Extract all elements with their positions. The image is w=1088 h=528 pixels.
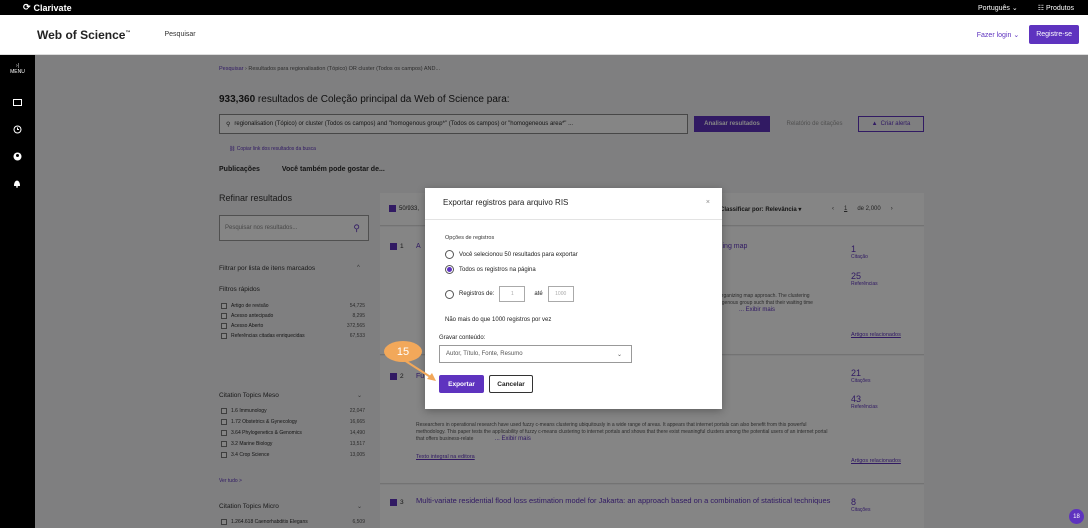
radio-button[interactable] bbox=[445, 250, 454, 259]
folder-icon[interactable] bbox=[11, 96, 23, 108]
option-selected-results[interactable]: Você selecionou 50 resultados para expor… bbox=[445, 250, 578, 259]
language-menu[interactable]: Português ⌄ bbox=[978, 4, 1018, 12]
help-chat-bubble[interactable]: 18 bbox=[1069, 509, 1084, 524]
register-button[interactable]: Registre-se bbox=[1029, 25, 1079, 44]
clarivate-logo[interactable]: ⟳ Clarivate bbox=[23, 2, 72, 13]
bell-icon[interactable] bbox=[11, 177, 23, 189]
option-label: Você selecionou 50 resultados para expor… bbox=[459, 251, 578, 258]
close-icon[interactable]: × bbox=[706, 199, 710, 206]
record-content-value: Autor, Título, Fonte, Resumo bbox=[446, 351, 523, 357]
products-menu[interactable]: ☷ Produtos bbox=[1038, 4, 1074, 12]
product-name: Web of Science bbox=[37, 27, 126, 42]
brand-label: Clarivate bbox=[33, 2, 72, 13]
user-icon[interactable] bbox=[11, 150, 23, 162]
export-ris-dialog: Exportar registros para arquivo RIS × Op… bbox=[425, 188, 722, 409]
trademark: ™ bbox=[125, 29, 131, 36]
product-logo[interactable]: Web of Science™ bbox=[37, 28, 130, 42]
divider bbox=[425, 219, 722, 220]
radio-button-selected[interactable] bbox=[445, 265, 454, 274]
record-limit-note: Não mais do que 1000 registros por vez bbox=[445, 317, 552, 323]
export-button[interactable]: Exportar bbox=[439, 375, 484, 393]
option-all-on-page[interactable]: Todos os registros na página bbox=[445, 265, 536, 274]
record-content-label: Gravar conteúdo: bbox=[439, 335, 486, 341]
top-bar: ⟳ Clarivate Português ⌄ ☷ Produtos bbox=[0, 0, 1088, 15]
range-to-input[interactable]: 1000 bbox=[547, 286, 574, 302]
clarivate-logo-icon: ⟳ bbox=[23, 2, 31, 12]
left-sidebar: ›| MENU bbox=[0, 55, 35, 528]
chevron-down-icon: ⌄ bbox=[616, 351, 622, 358]
range-to-label: até bbox=[534, 291, 543, 297]
cancel-button[interactable]: Cancelar bbox=[489, 375, 533, 393]
menu-toggle[interactable]: ›| MENU bbox=[0, 63, 35, 75]
option-label: Todos os registros na página bbox=[459, 266, 536, 273]
dialog-title: Exportar registros para arquivo RIS bbox=[443, 198, 569, 207]
record-options-label: Opções de registros bbox=[445, 235, 495, 241]
step-arrow-icon bbox=[403, 359, 436, 381]
option-label: Registros de: bbox=[459, 291, 495, 297]
login-link[interactable]: Fazer login ⌄ bbox=[977, 31, 1019, 39]
range-from-input[interactable]: 1 bbox=[499, 286, 526, 302]
record-content-select[interactable]: Autor, Título, Fonte, Resumo ⌄ bbox=[439, 345, 632, 363]
option-record-range[interactable]: Registros de: 1 até 1000 bbox=[445, 286, 574, 302]
app-header: Web of Science™ Pesquisar Fazer login ⌄ … bbox=[0, 15, 1088, 55]
radio-button[interactable] bbox=[445, 289, 454, 299]
search-nav-link[interactable]: Pesquisar bbox=[164, 31, 195, 38]
history-icon[interactable] bbox=[11, 123, 23, 135]
menu-label: MENU bbox=[10, 69, 25, 75]
